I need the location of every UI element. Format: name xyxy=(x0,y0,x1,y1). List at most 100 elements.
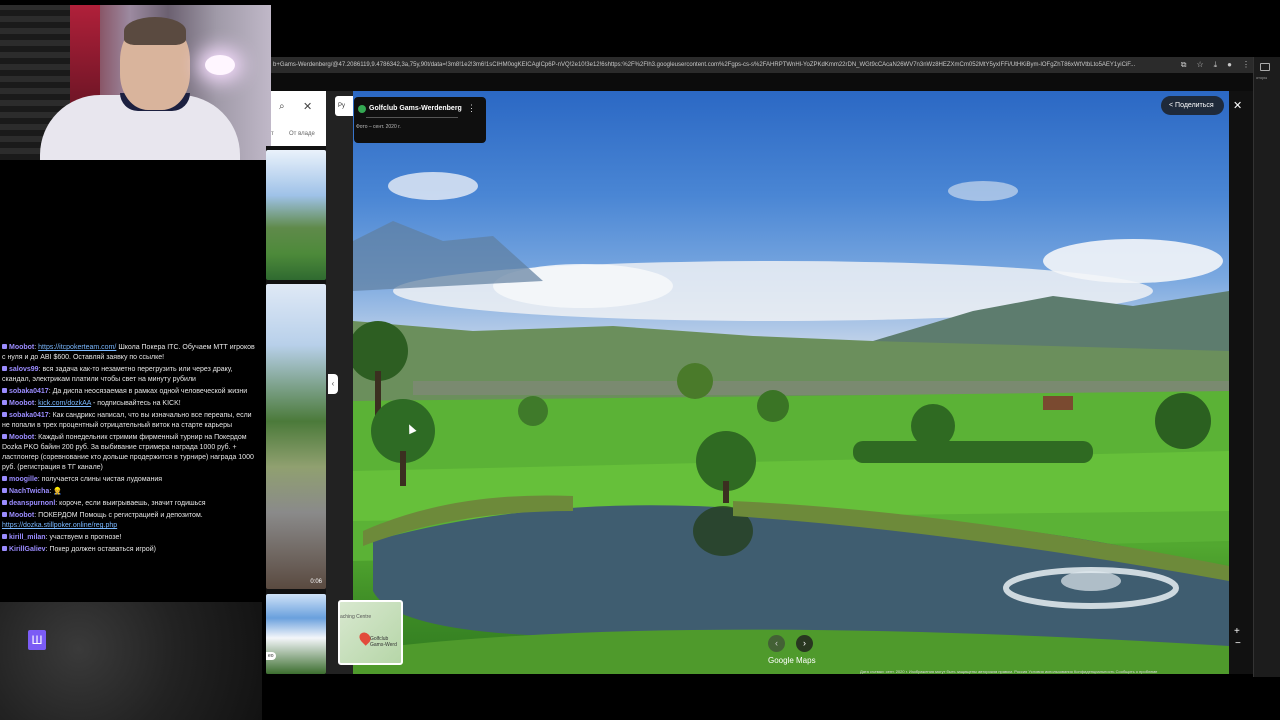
chat-message: moogille: получается слины чистая лудома… xyxy=(0,474,262,486)
chat-message: Moobot: https://itcpokerteam.com/ Школа … xyxy=(2,344,255,361)
chat-username[interactable]: kirill_milan xyxy=(9,534,46,541)
chat-username[interactable]: Moobot xyxy=(9,400,34,407)
chat-badge-icon xyxy=(2,512,7,517)
share-label: Поделиться xyxy=(1175,102,1214,109)
download-icon[interactable]: ⤓ xyxy=(1214,57,1218,73)
ring-light xyxy=(205,55,235,75)
card-divider xyxy=(366,117,458,118)
chat-badge-icon xyxy=(2,546,7,551)
chat-link[interactable]: kick.com/dozkAA xyxy=(38,400,91,407)
mini-map-place-label: Golfclub Gams-Werd xyxy=(370,636,397,648)
chat-text: Да диспа неосязаемая в рамках одной чело… xyxy=(52,388,248,395)
chat-text: короче, если выигрываешь, значит годишьс… xyxy=(59,500,206,507)
chat-username[interactable]: NachTwicha xyxy=(9,488,49,495)
chat-message: Moobot: kick.com/dozkAA - подписывайтесь… xyxy=(0,398,262,410)
webcam-overlay xyxy=(0,5,271,160)
filter-tab-owner[interactable]: От владе xyxy=(289,131,315,137)
chat-username[interactable]: KirillGaliev xyxy=(9,546,46,553)
chat-badge-icon xyxy=(2,344,7,349)
chat-badge-icon xyxy=(2,412,7,417)
thumbnail-label: ео xyxy=(266,652,276,660)
next-photo-button[interactable]: › xyxy=(796,635,813,652)
chat-text: участвуем в прогнозе! xyxy=(49,534,122,541)
search-icon[interactable]: ⌕ xyxy=(279,101,285,112)
photo-thumbnail[interactable]: ео xyxy=(266,594,326,674)
chat-text: Покер должен оставаться игрой) xyxy=(49,546,156,553)
chat-message: sobaka0417: Как сандрикс написал, что вы… xyxy=(2,412,252,429)
share-button[interactable]: < Поделиться xyxy=(1161,96,1224,115)
toolbar-icons: ⧉ ☆ ⤓ ● ⋮ xyxy=(1181,57,1250,73)
browser-strip xyxy=(271,73,1253,91)
chat-badge-icon xyxy=(2,476,7,481)
side-panel: оторы xyxy=(1253,57,1280,677)
chat-text: 👷 xyxy=(53,488,62,495)
mini-map[interactable]: aching Centre Golfclub Gams-Werd xyxy=(338,600,403,665)
photo-thumbnail[interactable] xyxy=(266,150,326,280)
streamer-hair xyxy=(124,17,186,45)
photo-date: Фото – сент. 2020 г. xyxy=(356,124,401,130)
zoom-out-button[interactable]: − xyxy=(1235,638,1241,649)
chat-message: Moobot: ПОКЕРДОМ Помощь с регистрацией и… xyxy=(2,512,203,529)
url-text[interactable]: b+Gams-Werdenberg/@47.2086119,9.4786342,… xyxy=(273,57,1163,73)
chat-text: Каждый понедельник стримим фирменный тур… xyxy=(2,434,254,471)
chat-username[interactable]: Moobot xyxy=(9,434,34,441)
chat-message: salovs99: вся задача как-то незаметно пе… xyxy=(2,366,233,383)
place-info-card: Golfclub Gams-Werdenberg ⋮ Фото – сент. … xyxy=(354,97,486,143)
chat-badge-icon xyxy=(2,388,7,393)
close-viewer-icon[interactable]: ✕ xyxy=(1233,99,1242,112)
stream-chat: Moobot: https://itcpokerteam.com/ Школа … xyxy=(0,342,262,556)
video-duration: 0:06 xyxy=(310,579,322,585)
filter-tab-all[interactable]: т xyxy=(271,131,274,137)
chat-message: NachTwicha: 👷 xyxy=(0,486,262,498)
chat-message: kirill_milan: участвуем в прогнозе! xyxy=(0,532,262,544)
install-icon[interactable]: ⧉ xyxy=(1181,57,1187,73)
previous-photo-button[interactable]: ‹ xyxy=(768,635,785,652)
video-thumbnail[interactable]: 0:06 xyxy=(266,284,326,589)
chat-text: ПОКЕРДОМ Помощь с регистрацией и депозит… xyxy=(38,512,203,519)
more-options-icon[interactable]: ⋮ xyxy=(467,103,476,114)
chat-username[interactable]: salovs99 xyxy=(9,366,39,373)
overlay-background xyxy=(0,602,262,720)
zoom-in-button[interactable]: + xyxy=(1234,626,1240,637)
chat-badge-icon xyxy=(2,534,7,539)
chat-username[interactable]: Moobot xyxy=(9,512,34,519)
chat-username[interactable]: Moobot xyxy=(9,344,34,351)
viewer-edge xyxy=(1229,91,1253,674)
photo-thumbnails: 0:06 ео xyxy=(266,146,326,674)
chat-username[interactable]: deanspurnonl xyxy=(9,500,55,507)
viewer-footer: Дата съемки: сент. 2020 г. Изображения м… xyxy=(860,669,1158,674)
screen: Moobot: https://itcpokerteam.com/ Школа … xyxy=(0,0,1280,720)
chat-badge-icon xyxy=(2,500,7,505)
chat-badge-icon xyxy=(2,434,7,439)
kick-logo-icon: Ш xyxy=(28,630,46,650)
chat-badge-icon xyxy=(2,366,7,371)
bookmark-star-icon[interactable]: ☆ xyxy=(1196,57,1203,73)
chat-link[interactable]: https://itcpokerteam.com/ xyxy=(38,344,116,351)
side-panel-label: оторы xyxy=(1256,75,1268,80)
menu-kebab-icon[interactable]: ⋮ xyxy=(1242,57,1250,73)
address-bar[interactable]: b+Gams-Werdenberg/@47.2086119,9.4786342,… xyxy=(271,57,1280,73)
chat-badge-icon xyxy=(2,488,7,493)
chat-message: KirillGaliev: Покер должен оставаться иг… xyxy=(0,544,262,556)
chat-text: - подписывайтесь на KICK! xyxy=(93,400,181,407)
chat-username[interactable]: sobaka0417 xyxy=(9,412,49,419)
chat-message: sobaka0417: Да диспа неосязаемая в рамка… xyxy=(0,386,262,398)
place-icon xyxy=(358,105,366,113)
maps-search-panel: ⌕ ✕ т От владе xyxy=(271,91,328,146)
close-icon[interactable]: ✕ xyxy=(303,100,312,113)
profile-avatar-icon[interactable]: ● xyxy=(1227,57,1232,73)
mini-map-area-label: aching Centre xyxy=(340,614,372,620)
place-title[interactable]: Golfclub Gams-Werdenberg xyxy=(369,105,462,112)
collapse-panel-button[interactable]: ‹ xyxy=(328,374,338,394)
chat-message: deanspurnonl: короче, если выигрываешь, … xyxy=(0,498,262,510)
google-maps-logo: Google Maps xyxy=(768,656,816,665)
chat-link[interactable]: https://dozka.stillpoker.online/reg.php xyxy=(2,522,117,529)
photo-viewer[interactable] xyxy=(353,91,1229,674)
chat-text: получается слины чистая лудомания xyxy=(41,476,163,483)
side-panel-icon[interactable] xyxy=(1260,63,1270,71)
chat-message: Moobot: Каждый понедельник стримим фирме… xyxy=(2,434,254,471)
chat-badge-icon xyxy=(2,400,7,405)
chat-username[interactable]: sobaka0417 xyxy=(9,388,49,395)
chat-username[interactable]: moogille xyxy=(9,476,38,483)
landscape-photo xyxy=(353,172,1229,674)
